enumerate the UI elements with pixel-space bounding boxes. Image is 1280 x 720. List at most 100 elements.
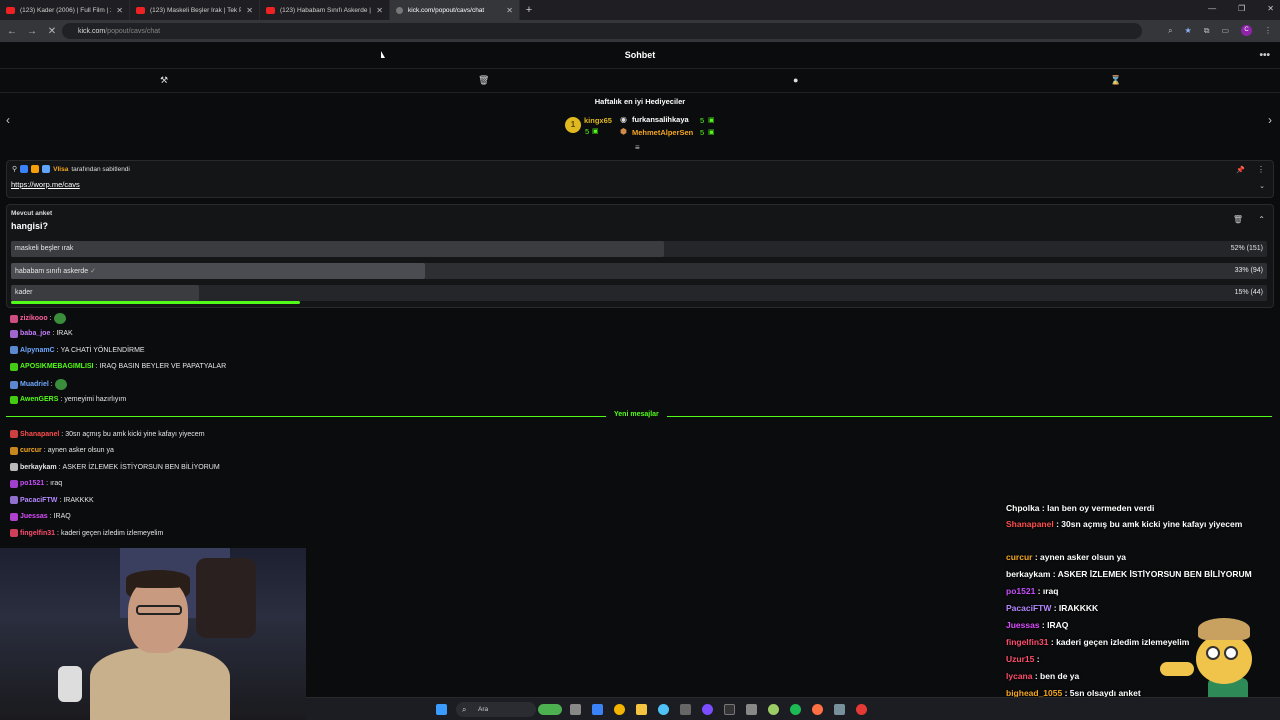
chat-username[interactable]: berkaykam: [20, 464, 57, 471]
prev-arrow-icon[interactable]: ‹: [6, 113, 10, 127]
pinned-menu-icon[interactable]: ⋮: [1257, 165, 1265, 174]
browser-menu-icon[interactable]: ⋮: [1264, 26, 1272, 35]
chrome-icon[interactable]: [614, 704, 625, 715]
chevron-up-icon[interactable]: ⌃: [1258, 215, 1265, 224]
chat-text: 30sn açmış bu amk kicki yine kafayı yiye…: [65, 430, 205, 438]
task-view-icon[interactable]: [570, 704, 581, 715]
browser-tab[interactable]: (123) Hababam Sınıfı Askerde | ... ✕: [260, 0, 390, 20]
pinned-link[interactable]: https://worp.me/cavs: [11, 180, 80, 189]
chat-message[interactable]: AwenGERS: yemeyimi hazırlıyım: [10, 395, 126, 404]
app-icon[interactable]: [768, 704, 779, 715]
trash-icon[interactable]: 🗑: [478, 75, 489, 86]
chat-bubble-icon[interactable]: ●: [793, 75, 798, 85]
chat-message[interactable]: Muadriel:: [10, 379, 67, 390]
chat-message[interactable]: berkaykam: ASKER İZLEMEK İSTİYORSUN BEN B…: [10, 463, 220, 471]
stop-loading-icon[interactable]: ✕: [44, 26, 60, 37]
user-badge-icon: [10, 463, 18, 471]
hourglass-icon[interactable]: ⌛: [1110, 75, 1121, 86]
youtube-icon: [6, 6, 15, 14]
browser-tab-bar: (123) Kader (2006) | Full Film | 2... ✕ …: [0, 0, 1280, 20]
chat-username[interactable]: curcur: [20, 447, 42, 454]
chat-message[interactable]: po1521: ıraq: [10, 479, 62, 488]
close-tab-icon[interactable]: ✕: [376, 6, 383, 15]
url-field[interactable]: kick.com/popout/cavs/chat: [62, 23, 1142, 39]
expand-icon[interactable]: ≡: [635, 143, 640, 152]
chat-message[interactable]: AlpynamC: YA CHATİ YÖNLENDİRME: [10, 346, 145, 354]
separator: :: [57, 529, 59, 537]
chevron-down-icon[interactable]: ⌄: [1259, 182, 1265, 190]
chat-message[interactable]: APOSIKMEBAGIMLISI: IRAQ BASIN BEYLER VE P…: [10, 362, 226, 371]
windows-taskbar: ⌕ Ara: [306, 697, 1280, 720]
chat-username[interactable]: Juessas: [20, 513, 48, 520]
chat-username[interactable]: Shanapanel: [20, 431, 59, 438]
minimize-icon[interactable]: —: [1208, 4, 1216, 13]
spotify-icon[interactable]: [790, 704, 801, 715]
chat-username[interactable]: fingelfin31: [20, 530, 55, 537]
user-badge-icon: [10, 446, 18, 455]
chat-username[interactable]: PacaciFTW: [20, 497, 57, 504]
poll-panel: Mevcut anket hangisi? 🗑 ⌃ maskeli beşler…: [6, 204, 1274, 308]
chat-username[interactable]: baba_joe: [20, 330, 50, 337]
gifter-name[interactable]: furkansalihkaya: [632, 115, 689, 124]
app-icon[interactable]: [834, 704, 845, 715]
next-arrow-icon[interactable]: ›: [1268, 113, 1272, 127]
glasses: [136, 605, 182, 615]
chat-message[interactable]: baba_joe: IRAK: [10, 329, 73, 338]
windows-start-icon[interactable]: [436, 704, 447, 715]
bookmark-star-icon[interactable]: ★: [1185, 26, 1192, 35]
poll-option[interactable]: maskeli beşler ırak 52% (151): [11, 241, 1267, 257]
poll-option[interactable]: kader 15% (44): [11, 285, 1267, 301]
discord-icon[interactable]: [702, 704, 713, 715]
gifter-name[interactable]: MehmetAlperSen: [632, 128, 693, 137]
chat-username[interactable]: po1521: [20, 480, 44, 487]
poll-option[interactable]: hababam sınıfı askerde ✓ 33% (94): [11, 263, 1267, 279]
browser-tab[interactable]: (123) Maskeli Beşler Irak | Tek P... ✕: [130, 0, 260, 20]
pinned-by-text: tarafından sabitlendi: [71, 165, 130, 173]
forward-icon[interactable]: →: [24, 26, 40, 37]
emote-icon: [53, 313, 66, 324]
app-icon[interactable]: [856, 704, 867, 715]
chat-menu-icon[interactable]: •••: [1259, 50, 1270, 61]
widgets-icon[interactable]: [538, 704, 562, 715]
restore-icon[interactable]: ❐: [1238, 4, 1245, 13]
separator: :: [52, 330, 55, 337]
app-icon[interactable]: [746, 704, 757, 715]
unpin-icon[interactable]: 📌: [1236, 166, 1245, 174]
chat-message[interactable]: Juessas: IRAQ: [10, 512, 71, 521]
close-tab-icon[interactable]: ✕: [506, 6, 513, 15]
chat-username[interactable]: APOSIKMEBAGIMLISI: [20, 363, 94, 370]
close-tab-icon[interactable]: ✕: [116, 6, 123, 15]
app-icon[interactable]: [812, 704, 823, 715]
back-icon[interactable]: ←: [4, 26, 20, 37]
chat-message[interactable]: fingelfin31: kaderi geçen izledim izlemey…: [10, 529, 163, 537]
chat-username[interactable]: Muadriel: [20, 381, 49, 388]
chat-text: kaderi geçen izledim izlemeyelim: [60, 529, 164, 537]
overlay-message: berkaykam : ASKER İZLEMEK İSTİYORSUN BEN…: [1006, 569, 1252, 579]
file-explorer-icon[interactable]: [636, 704, 647, 715]
hammer-icon[interactable]: ⚒: [160, 75, 168, 86]
gifter-name[interactable]: kingx65: [584, 116, 612, 125]
close-window-icon[interactable]: ✕: [1267, 4, 1274, 13]
chat-message[interactable]: curcur: aynen asker olsun ya: [10, 446, 114, 455]
app-icon[interactable]: [658, 704, 669, 715]
new-tab-icon[interactable]: +: [520, 4, 538, 16]
extensions-icon[interactable]: ⧉: [1204, 26, 1210, 36]
chat-message[interactable]: zizikooo:: [10, 313, 66, 324]
browser-tab[interactable]: (123) Kader (2006) | Full Film | 2... ✕: [0, 0, 130, 20]
chat-username[interactable]: AlpynamC: [20, 347, 55, 354]
pinned-by-user[interactable]: VIisa: [53, 166, 68, 173]
delete-poll-icon[interactable]: 🗑: [1233, 215, 1243, 224]
cast-icon[interactable]: ▭: [1221, 26, 1229, 35]
zoom-icon[interactable]: ⌕: [1168, 26, 1172, 36]
chat-message[interactable]: PacaciFTW: IRAKKKK: [10, 496, 94, 504]
browser-tab-active[interactable]: kick.com/popout/cavs/chat ✕: [390, 0, 520, 20]
app-icon[interactable]: [724, 704, 735, 715]
close-tab-icon[interactable]: ✕: [246, 6, 253, 15]
chat-message[interactable]: Shanapanel:30sn açmış bu amk kicki yine …: [10, 430, 205, 438]
edge-icon[interactable]: [592, 704, 603, 715]
chat-username[interactable]: zizikooo: [20, 315, 48, 322]
taskbar-search[interactable]: ⌕ Ara: [456, 702, 536, 717]
chat-username[interactable]: AwenGERS: [20, 396, 58, 403]
app-icon[interactable]: [680, 704, 691, 715]
profile-avatar[interactable]: C: [1241, 25, 1252, 36]
